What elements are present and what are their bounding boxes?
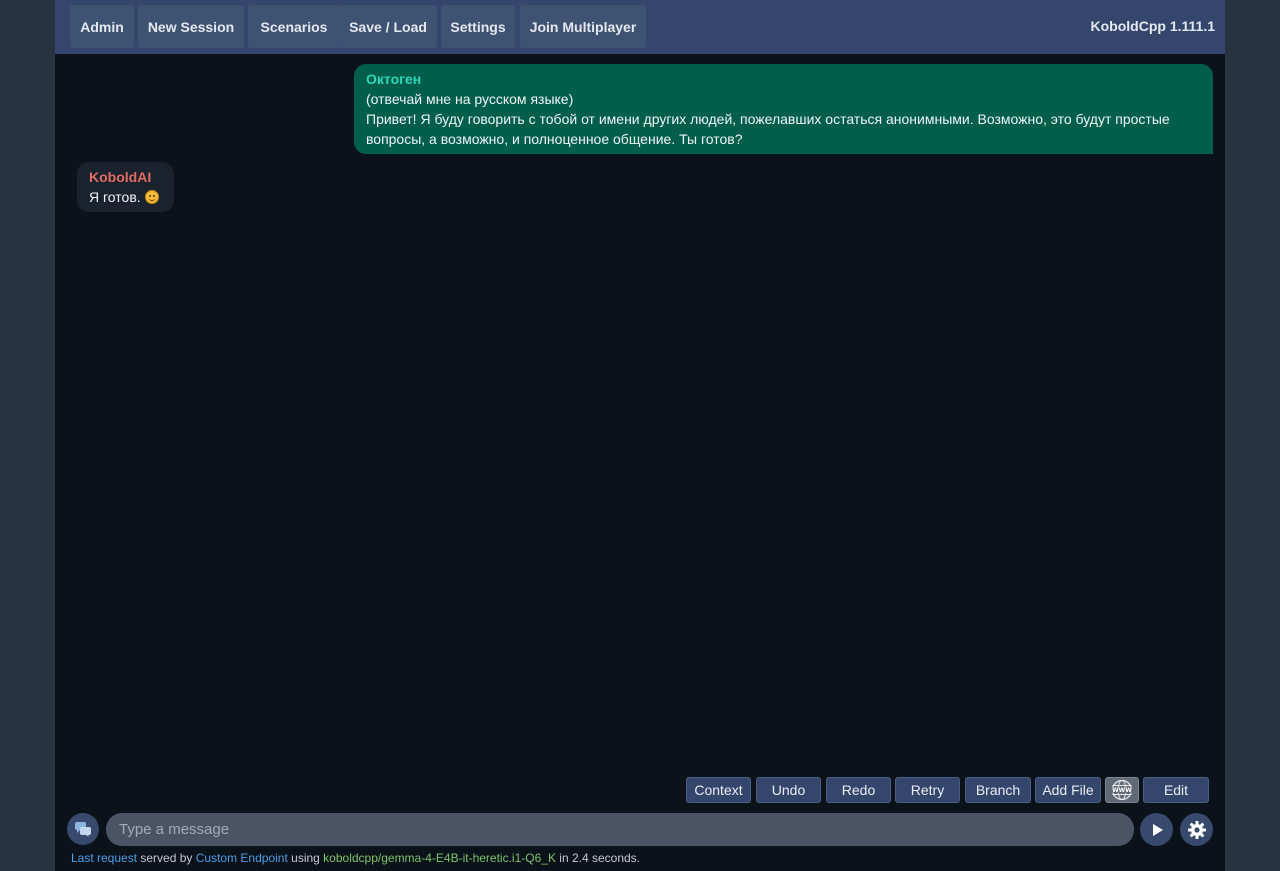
chat-mode-button[interactable] [67,813,99,845]
user-message-line: Привет! Я буду говорить с тобой от имени… [366,111,1170,147]
gear-icon [1187,820,1206,839]
add-file-button[interactable]: Add File [1035,777,1101,803]
user-message-line: (отвечай мне на русском языке) [366,91,574,107]
nav-join-multiplayer-button[interactable]: Join Multiplayer [520,5,646,48]
edit-button[interactable]: Edit [1143,777,1209,803]
retry-button[interactable]: Retry [895,777,960,803]
nav-settings-button[interactable]: Settings [441,5,515,48]
app-window: Admin New Session Scenarios Save / Load … [55,0,1225,871]
user-speaker-name: Октоген [366,71,422,87]
web-search-toggle-button[interactable]: WWW [1105,777,1139,803]
nav-scenarios-button[interactable]: Scenarios [248,5,340,48]
status-text: served by [137,851,196,865]
endpoint-link[interactable]: Custom Endpoint [196,851,288,865]
smiling-face-emoji-icon [144,190,159,204]
nav-save-load-button[interactable]: Save / Load [339,5,437,48]
send-button[interactable] [1140,813,1173,846]
app-version-label: KoboldCpp 1.111.1 [1090,18,1215,34]
undo-button[interactable]: Undo [756,777,821,803]
status-text: using [287,851,324,865]
send-play-icon [1152,823,1163,836]
globe-www-icon: WWW [1109,779,1135,801]
user-message: Октоген (отвечай мне на русском языке) П… [354,64,1213,154]
ai-message: KoboldAI Я готов. [77,162,174,212]
www-icon-label: WWW [1112,787,1132,794]
nav-new-session-button[interactable]: New Session [138,5,244,48]
last-request-link[interactable]: Last request [71,851,137,865]
status-text: in 2.4 seconds. [555,851,641,865]
chat-bubbles-icon [75,822,91,837]
ai-message-line: Я готов. [89,187,162,207]
nav-admin-button[interactable]: Admin [70,5,134,48]
quick-settings-button[interactable] [1180,813,1213,846]
model-name: koboldcpp/gemma-4-E4B-it-heretic.i1-Q6_K [323,851,556,865]
redo-button[interactable]: Redo [826,777,891,803]
context-button[interactable]: Context [686,777,751,803]
status-line: Last request served by Custom Endpoint u… [71,851,640,865]
branch-button[interactable]: Branch [965,777,1031,803]
top-navbar: Admin New Session Scenarios Save / Load … [55,0,1225,54]
ai-message-text: Я готов. [89,189,141,205]
message-input[interactable] [106,813,1134,846]
ai-speaker-name: KoboldAI [89,169,152,185]
